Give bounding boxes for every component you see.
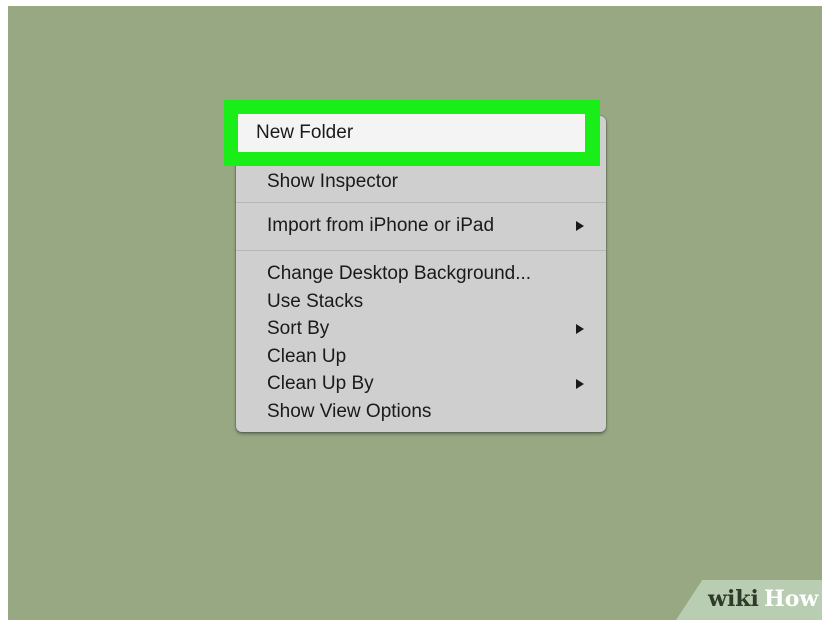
- submenu-arrow-icon: [576, 221, 584, 231]
- submenu-arrow-icon: [576, 324, 584, 334]
- menu-item-sort-by[interactable]: Sort By: [236, 315, 606, 343]
- menu-item-label: Change Desktop Background...: [267, 263, 532, 284]
- watermark-how-text: How: [764, 586, 819, 612]
- menu-item-clean-up[interactable]: Clean Up: [236, 343, 606, 371]
- menu-item-use-stacks[interactable]: Use Stacks: [236, 288, 606, 316]
- menu-item-change-desktop-background[interactable]: Change Desktop Background...: [236, 260, 606, 288]
- highlight-outline: New Folder: [224, 100, 600, 166]
- desktop-background[interactable]: Show Inspector Import from iPhone or iPa…: [8, 6, 822, 620]
- menu-item-show-view-options[interactable]: Show View Options: [236, 398, 606, 426]
- menu-item-label: Sort By: [267, 318, 330, 339]
- menu-item-label: Clean Up: [267, 346, 347, 367]
- menu-item-label: Import from iPhone or iPad: [267, 215, 495, 236]
- menu-item-import-from-iphone-or-ipad[interactable]: Import from iPhone or iPad: [236, 212, 606, 240]
- menu-item-label: Use Stacks: [267, 291, 364, 312]
- menu-separator: [236, 250, 606, 251]
- menu-item-label: New Folder: [256, 122, 354, 143]
- menu-item-show-inspector[interactable]: Show Inspector: [236, 168, 606, 196]
- menu-item-new-folder[interactable]: New Folder: [238, 114, 585, 152]
- menu-item-label: Clean Up By: [267, 373, 374, 394]
- menu-separator: [236, 202, 606, 203]
- menu-item-clean-up-by[interactable]: Clean Up By: [236, 370, 606, 398]
- menu-item-label: Show View Options: [267, 401, 432, 422]
- submenu-arrow-icon: [576, 379, 584, 389]
- menu-item-label: Show Inspector: [267, 171, 398, 192]
- watermark-wiki-text: wiki: [708, 586, 759, 612]
- wikihow-watermark: wiki How: [676, 580, 822, 620]
